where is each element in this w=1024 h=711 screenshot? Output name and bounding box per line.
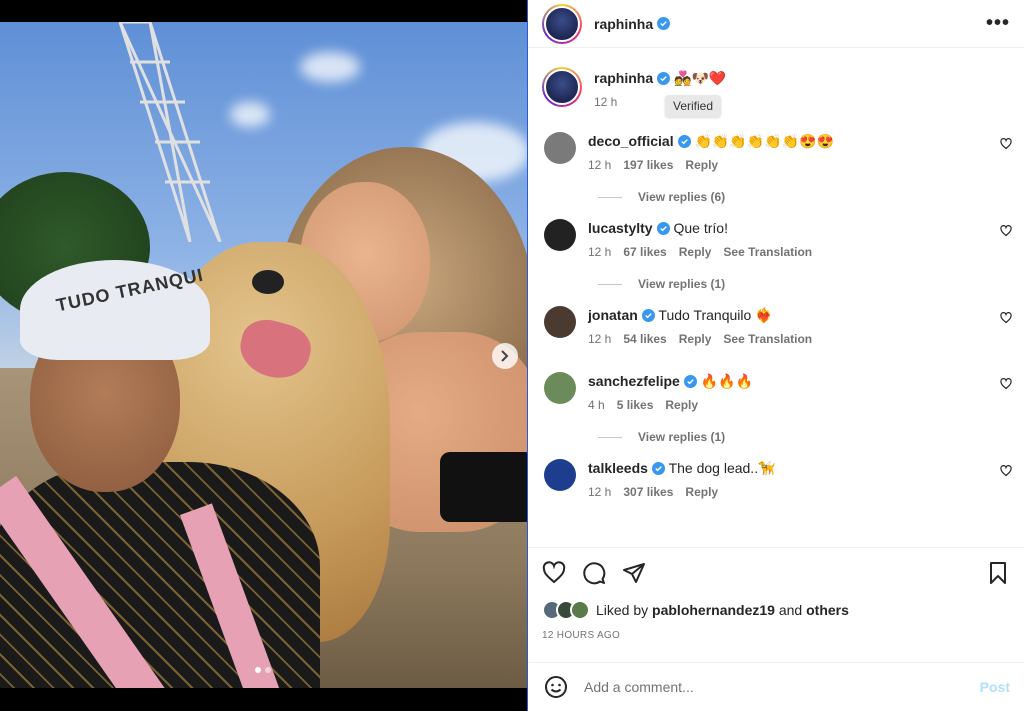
post-comment-button[interactable]: Post bbox=[980, 679, 1010, 695]
reply-button[interactable]: Reply bbox=[665, 398, 698, 412]
post-header: raphinha ••• bbox=[528, 0, 1024, 48]
share-send-icon[interactable] bbox=[622, 561, 646, 585]
carousel-dot bbox=[265, 667, 271, 673]
add-comment-bar: Post bbox=[528, 662, 1024, 711]
commenter-username[interactable]: lucastylty bbox=[588, 220, 653, 236]
reply-button[interactable]: Reply bbox=[685, 158, 718, 172]
comment-time[interactable]: 12 h bbox=[588, 245, 611, 259]
replies-divider-line bbox=[598, 196, 622, 198]
comment-time[interactable]: 12 h bbox=[588, 332, 611, 346]
commenter-avatar[interactable] bbox=[544, 132, 576, 164]
author-avatar[interactable] bbox=[542, 67, 582, 107]
commenter-avatar[interactable] bbox=[544, 219, 576, 251]
comment-time[interactable]: 12 h bbox=[588, 485, 611, 499]
post-photo[interactable]: TUDO TRANQUI bbox=[0, 22, 527, 688]
comment-bubble-icon[interactable] bbox=[582, 561, 606, 585]
comment-item: deco_official 👏👏👏👏👏👏😍😍 12 h 197 likes Reply bbox=[528, 130, 1024, 189]
comment-likes[interactable]: 197 likes bbox=[623, 158, 673, 172]
caption-time[interactable]: 12 h bbox=[594, 95, 617, 109]
post-actions: Liked by pablohernandez19 and others 12 … bbox=[528, 547, 1024, 662]
cloud bbox=[300, 52, 360, 82]
view-replies-label: View replies (1) bbox=[638, 430, 726, 444]
verified-tooltip: Verified bbox=[665, 95, 722, 117]
caption-text: 💑🐶❤️ bbox=[674, 70, 727, 86]
liked-by-prefix: Liked by bbox=[596, 602, 649, 618]
see-translation-button[interactable]: See Translation bbox=[723, 332, 812, 346]
view-replies-label: View replies (6) bbox=[638, 190, 726, 204]
comment-item: sanchezfelipe 🔥🔥🔥 4 h 5 likes Reply bbox=[528, 370, 1024, 429]
commenter-avatar[interactable] bbox=[544, 306, 576, 338]
black-top bbox=[440, 452, 527, 522]
author-username[interactable]: raphinha bbox=[594, 16, 653, 32]
verified-badge-icon[interactable] bbox=[657, 72, 671, 85]
verified-badge-icon bbox=[657, 17, 671, 30]
comment-time[interactable]: 4 h bbox=[588, 398, 605, 412]
comment-like-heart-icon[interactable] bbox=[1000, 225, 1012, 237]
comment-item: jonatan Tudo Tranquilo ❤️‍🔥 12 h 54 likes R… bbox=[528, 304, 1024, 370]
verified-badge-icon bbox=[656, 222, 670, 235]
reply-button[interactable]: Reply bbox=[679, 245, 712, 259]
more-options-button[interactable]: ••• bbox=[986, 12, 1010, 35]
commenter-username[interactable]: talkleeds bbox=[588, 460, 648, 476]
comment-item: talkleeds The dog lead..🦮 12 h 307 likes Re… bbox=[528, 457, 1024, 516]
caption-username[interactable]: raphinha bbox=[594, 70, 653, 86]
liker-avatars[interactable] bbox=[542, 600, 590, 620]
post-time-ago[interactable]: 12 HOURS AGO bbox=[542, 630, 1010, 641]
bookmark-icon[interactable] bbox=[986, 561, 1010, 585]
reply-button[interactable]: Reply bbox=[679, 332, 712, 346]
post-media: TUDO TRANQUI bbox=[0, 0, 527, 711]
comment-likes[interactable]: 67 likes bbox=[623, 245, 666, 259]
verified-badge-icon bbox=[641, 309, 655, 322]
emoji-smiley-icon[interactable] bbox=[544, 675, 568, 699]
comment-likes[interactable]: 307 likes bbox=[623, 485, 673, 499]
comment-input[interactable] bbox=[584, 679, 980, 695]
dog-nose bbox=[252, 270, 284, 294]
commenter-avatar[interactable] bbox=[544, 459, 576, 491]
author-avatar[interactable] bbox=[542, 3, 582, 44]
verified-badge-icon bbox=[651, 462, 665, 475]
cloud bbox=[230, 102, 270, 127]
comment-text: 🔥🔥🔥 bbox=[700, 373, 754, 389]
liked-by: Liked by pablohernandez19 and others bbox=[542, 600, 1010, 620]
carousel-dot-active bbox=[255, 667, 261, 673]
post-caption: raphinha 💑🐶❤️ 12 h Verified bbox=[528, 55, 1024, 130]
comment-text: Tudo Tranquilo ❤️‍🔥 bbox=[658, 307, 773, 323]
comment-text: Que trío! bbox=[673, 220, 728, 236]
carousel-dots bbox=[255, 667, 271, 673]
next-slide-button[interactable] bbox=[492, 343, 518, 369]
commenter-avatar[interactable] bbox=[544, 372, 576, 404]
see-translation-button[interactable]: See Translation bbox=[723, 245, 812, 259]
reply-button[interactable]: Reply bbox=[685, 485, 718, 499]
comments-list[interactable]: raphinha 💑🐶❤️ 12 h Verified deco_officia… bbox=[528, 55, 1024, 545]
comment-like-heart-icon[interactable] bbox=[1000, 378, 1012, 390]
verified-badge-icon bbox=[683, 375, 697, 388]
comment-like-heart-icon[interactable] bbox=[1000, 138, 1012, 150]
liked-by-others[interactable]: others bbox=[806, 602, 849, 618]
comment-like-heart-icon[interactable] bbox=[1000, 465, 1012, 477]
comment-text: 👏👏👏👏👏👏😍😍 bbox=[694, 133, 834, 149]
comment-likes[interactable]: 5 likes bbox=[617, 398, 654, 412]
liker-avatar bbox=[570, 600, 590, 620]
comment-text: The dog lead..🦮 bbox=[668, 460, 776, 476]
replies-divider-line bbox=[598, 436, 622, 438]
comment-time[interactable]: 12 h bbox=[588, 158, 611, 172]
like-heart-icon[interactable] bbox=[542, 561, 566, 585]
replies-divider-line bbox=[598, 283, 622, 285]
chevron-right-icon bbox=[501, 350, 509, 362]
commenter-username[interactable]: deco_official bbox=[588, 133, 674, 149]
post-details-panel: raphinha ••• raphinha 💑🐶❤️ 12 h Verified… bbox=[527, 0, 1024, 711]
comment-likes[interactable]: 54 likes bbox=[623, 332, 666, 346]
verified-badge-icon bbox=[677, 135, 691, 148]
commenter-username[interactable]: jonatan bbox=[588, 307, 638, 323]
view-replies-label: View replies (1) bbox=[638, 277, 726, 291]
liked-by-and: and bbox=[778, 602, 803, 618]
comment-like-heart-icon[interactable] bbox=[1000, 312, 1012, 324]
liked-by-user[interactable]: pablohernandez19 bbox=[652, 602, 775, 618]
comment-item: lucastylty Que trío! 12 h 67 likes Reply See… bbox=[528, 217, 1024, 276]
commenter-username[interactable]: sanchezfelipe bbox=[588, 373, 680, 389]
